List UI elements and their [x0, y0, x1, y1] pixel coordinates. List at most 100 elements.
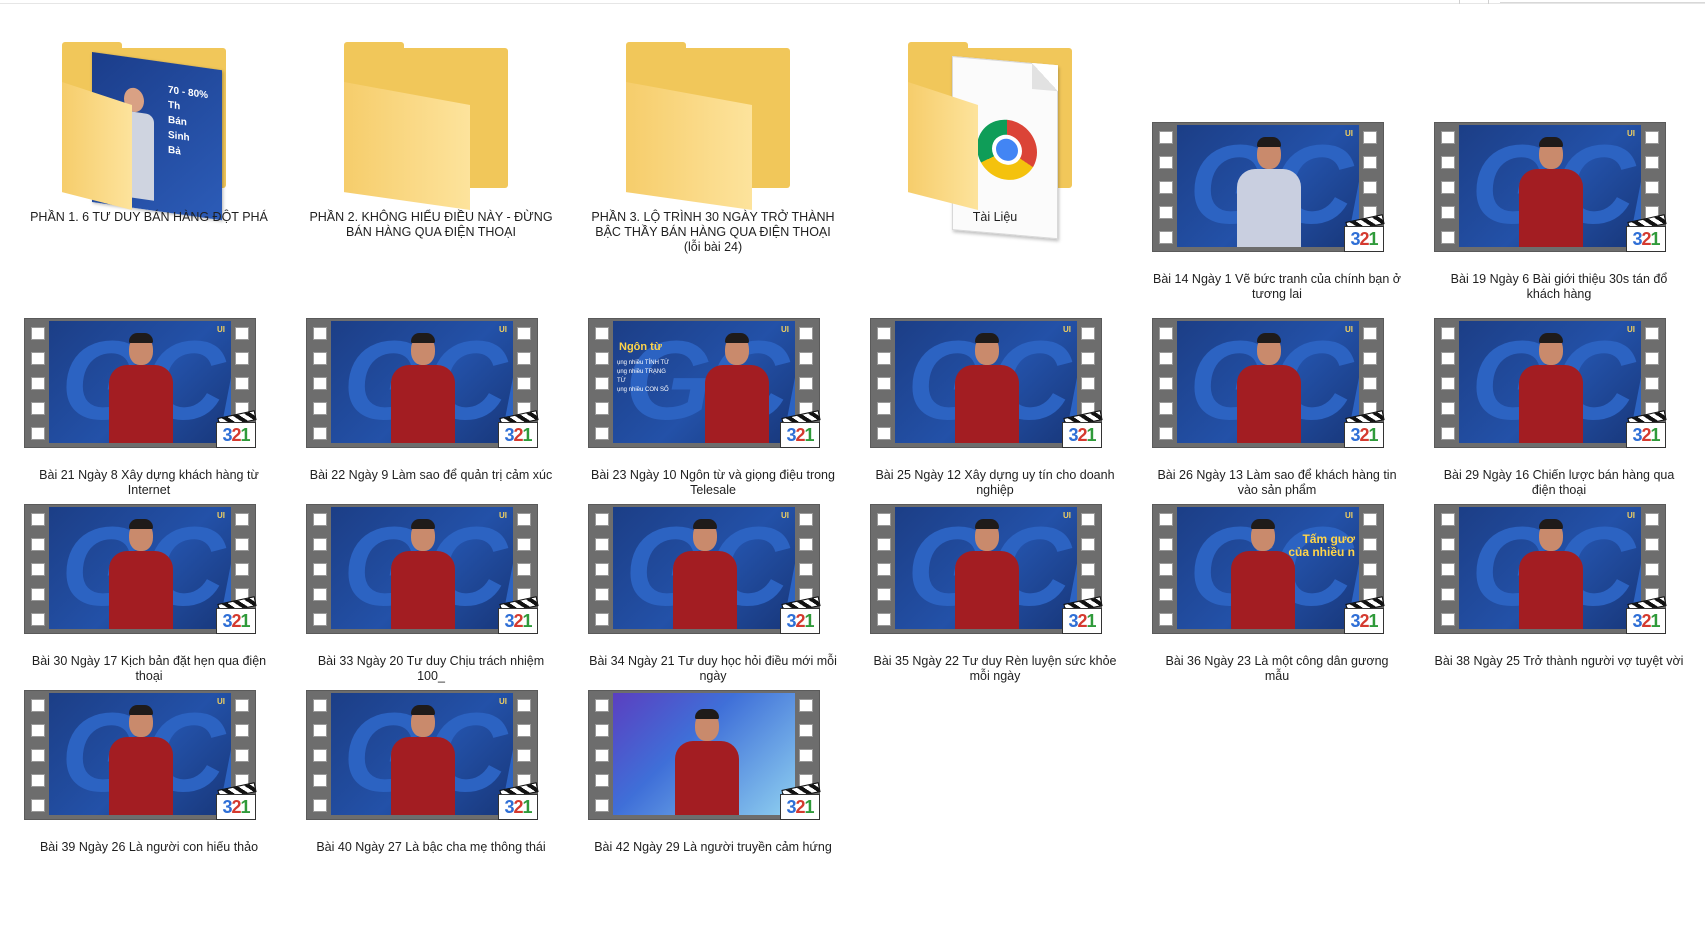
film-sprocket	[1441, 377, 1455, 390]
film-sprocket	[31, 352, 45, 365]
film-sprocket	[799, 377, 813, 390]
film-sprocket	[1441, 156, 1455, 169]
video-frame: GCLUI	[49, 321, 231, 443]
film-sprocket	[799, 749, 813, 762]
film-sprocket	[313, 513, 327, 526]
film-sprocket	[1645, 156, 1659, 169]
film-sprocket	[313, 724, 327, 737]
video-thumbnail: GCLUI321	[866, 496, 1124, 646]
file-name-label: Bài 38 Ngày 25 Trở thành người vợ tuyệt …	[1434, 654, 1684, 668]
media-player-classic-icon: 321	[498, 410, 539, 448]
video-frame: GCLUI	[1459, 507, 1641, 629]
video-file-item[interactable]: GCLUI321 Bài 34 Ngày 21 Tư duy học hỏi đi…	[584, 496, 842, 683]
presenter	[1231, 519, 1295, 629]
video-thumbnail: GCLUI321	[20, 496, 278, 646]
film-sprocket	[595, 613, 609, 626]
folder-item[interactable]: 70 - 80% Th Bán Sinh Bả PHẦN 1. 6 TƯ DUY BÁN …	[20, 42, 278, 224]
presenter	[1519, 137, 1583, 247]
preview-text: 70 - 80% Th Bán Sinh Bả	[168, 83, 208, 164]
film-sprocket	[235, 749, 249, 762]
film-sprocket	[1363, 181, 1377, 194]
film-sprocket	[595, 402, 609, 415]
video-file-item[interactable]: GCLUI321 Bài 39 Ngày 26 Là người con hiếu…	[20, 682, 278, 864]
video-thumbnail: GCLUI321	[1148, 310, 1406, 460]
film-sprocket	[31, 724, 45, 737]
video-file-item[interactable]: GCLUI321 Bài 30 Ngày 17 Kịch bản đặt hẹn …	[20, 496, 278, 683]
badge-digit: 1	[1650, 425, 1661, 445]
video-file-item[interactable]: GCLUI321 Bài 38 Ngày 25 Trở thành người v…	[1430, 496, 1688, 678]
film-sprocket	[877, 513, 891, 526]
folder-item[interactable]: PHẦN 3. LỘ TRÌNH 30 NGÀY TRỞ THÀNH BẬC T…	[584, 42, 842, 254]
video-frame: GCLUITấm gươcủa nhiều n	[1177, 507, 1359, 629]
search-box-edge[interactable]	[1500, 0, 1705, 3]
presenter	[109, 705, 173, 815]
folder-icon: 70 - 80% Th Bán Sinh Bả	[20, 42, 278, 221]
film-sprocket	[313, 377, 327, 390]
film-sprocket	[31, 327, 45, 340]
file-name-label: Bài 36 Ngày 23 Là một công dân gương mẫu	[1165, 654, 1389, 683]
video-file-item[interactable]: GCLUI321 Bài 21 Ngày 8 Xây dựng khách hàn…	[20, 310, 278, 497]
video-file-item[interactable]: GCLUI321 Bài 22 Ngày 9 Làm sao để quản tr…	[302, 310, 560, 492]
player-badge-digits: 321	[1062, 608, 1102, 634]
page-fold	[1032, 62, 1058, 92]
film-sprocket	[313, 327, 327, 340]
video-file-item[interactable]: 321 Bài 42 Ngày 29 Là người truyền cảm hứ…	[584, 682, 842, 864]
film-sprocket	[1441, 131, 1455, 144]
video-file-item[interactable]: GCLUI321 Bài 29 Ngày 16 Chiến lược bán hà…	[1430, 310, 1688, 497]
film-sprocket	[1159, 588, 1173, 601]
video-thumbnail: GCLUINgôn từụng nhiều TÍNH TỪụng nhiều T…	[584, 310, 842, 460]
frame-brand-mark: UI	[1627, 325, 1635, 334]
presenter	[673, 519, 737, 629]
presenter-shirt	[391, 737, 455, 815]
video-file-item[interactable]: GCLUITấm gươcủa nhiều n321Bài 36 Ngày 23…	[1148, 496, 1406, 683]
film-sprocket	[1363, 156, 1377, 169]
film-sprocket	[313, 563, 327, 576]
video-file-item[interactable]: GCLUI321 Bài 14 Ngày 1 Vẽ bức tranh của c…	[1148, 114, 1406, 301]
badge-digit: 1	[1086, 425, 1097, 445]
video-file-item[interactable]: GCLUI321 Bài 26 Ngày 13 Làm sao để khách …	[1148, 310, 1406, 497]
video-file-item[interactable]: GCLUI321 Bài 35 Ngày 22 Tư duy Rèn luyện …	[866, 496, 1124, 683]
video-file-item[interactable]: GCLUI321 Bài 33 Ngày 20 Tư duy Chịu trách…	[302, 496, 560, 683]
film-sprocket	[235, 699, 249, 712]
film-sprocket	[517, 513, 531, 526]
player-badge-digits: 321	[1626, 608, 1666, 634]
video-frame: GCLUINgôn từụng nhiều TÍNH TỪụng nhiều T…	[613, 321, 795, 443]
film-sprocket	[313, 799, 327, 812]
overlay-line: ụng nhiều CON SỐ	[617, 387, 669, 393]
video-frame: GCLUI	[331, 693, 513, 815]
video-thumbnail: GCLUI321	[1430, 114, 1688, 264]
film-sprocket	[31, 699, 45, 712]
video-file-item[interactable]: GCLUI321 Bài 19 Ngày 6 Bài giới thiệu 30s…	[1430, 114, 1688, 301]
film-sprocket	[1363, 131, 1377, 144]
film-sprocket	[1363, 513, 1377, 526]
film-sprocket	[1159, 156, 1173, 169]
player-badge-digits: 321	[498, 608, 538, 634]
media-player-classic-icon: 321	[1062, 596, 1103, 634]
media-player-classic-icon: 321	[498, 596, 539, 634]
file-name-label: Bài 14 Ngày 1 Vẽ bức tranh của chính bạn…	[1153, 272, 1401, 301]
film-sprocket	[595, 538, 609, 551]
video-file-item[interactable]: GCLUINgôn từụng nhiều TÍNH TỪụng nhiều T…	[584, 310, 842, 497]
film-sprocket	[595, 699, 609, 712]
film-sprocket	[595, 588, 609, 601]
video-file-item[interactable]: GCLUI321 Bài 40 Ngày 27 Là bậc cha mẹ thô…	[302, 682, 560, 864]
presenter	[391, 705, 455, 815]
film-sprocket	[235, 724, 249, 737]
badge-digit: 2	[1641, 229, 1651, 249]
film-sprocket	[799, 327, 813, 340]
film-sprocket	[1441, 206, 1455, 219]
frame-brand-mark: UI	[781, 511, 789, 520]
frame-brand-mark: UI	[1627, 511, 1635, 520]
film-sprocket	[235, 352, 249, 365]
video-file-item[interactable]: GCLUI321 Bài 25 Ngày 12 Xây dựng uy tín c…	[866, 310, 1124, 497]
film-sprocket	[1441, 538, 1455, 551]
film-sprocket	[1159, 231, 1173, 244]
file-name-label: Bài 21 Ngày 8 Xây dựng khách hàng từ Int…	[39, 468, 259, 497]
folder-item[interactable]: Tài Liệu	[866, 42, 1124, 240]
badge-digit: 2	[795, 425, 805, 445]
frame-brand-mark: UI	[1063, 325, 1071, 334]
film-sprocket	[1441, 613, 1455, 626]
badge-digit: 1	[522, 611, 533, 631]
folder-item[interactable]: PHẦN 2. KHÔNG HIỂU ĐIỀU NÀY - ĐỪNG BÁN H…	[302, 42, 560, 239]
player-badge-digits: 321	[1062, 422, 1102, 448]
